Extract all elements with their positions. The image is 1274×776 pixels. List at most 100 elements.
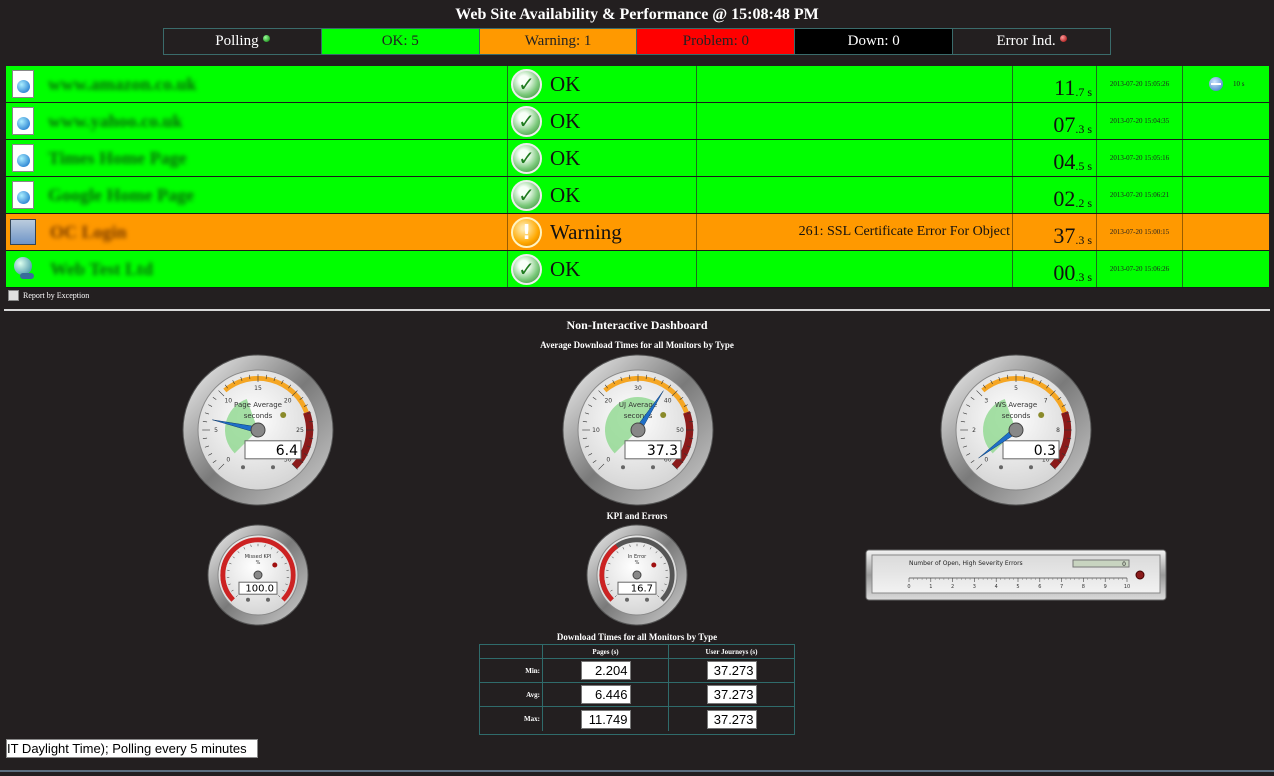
time-fraction: .3 s <box>1075 122 1092 136</box>
status-text: OK <box>550 71 581 96</box>
time-seconds: 07 <box>1053 112 1076 137</box>
status-text: OK <box>550 256 581 281</box>
gauge-led-icon <box>272 562 278 568</box>
monitor-name-cell: Google Home Page <box>6 177 508 213</box>
table-row: Avg: 6.446 37.273 <box>480 683 794 707</box>
monitor-name[interactable]: Times Home Page <box>48 148 187 169</box>
monitor-row[interactable]: OC Login ! Warning 261: SSL Certificate E… <box>6 214 1269 251</box>
open-errors-linear-gauge: Number of Open, High Severity Errors 0 0… <box>865 549 1167 601</box>
svg-text:30: 30 <box>634 385 642 392</box>
polling-indicator[interactable]: Polling <box>164 29 322 54</box>
bottom-border <box>0 770 1274 772</box>
problem-count[interactable]: Problem: 0 <box>637 29 796 54</box>
description-cell <box>697 103 1013 139</box>
status-cell: ! Warning <box>508 214 697 250</box>
svg-text:25: 25 <box>296 427 304 434</box>
polling-led-icon <box>262 35 270 42</box>
description-cell <box>697 66 1013 102</box>
uj-value: 37.273 <box>706 661 757 680</box>
gauge-hub <box>253 570 263 580</box>
web-service-icon <box>12 255 36 283</box>
ws-average-gauge: 02357810WS Averageseconds0.3 <box>940 354 1092 506</box>
extra-cell <box>1183 251 1269 287</box>
response-time: 00.3 s <box>1013 251 1097 287</box>
col-pages-header: Pages (s) <box>543 645 669 658</box>
missed-kpi-gauge: Missed KPI%100.0 <box>207 524 309 626</box>
timestamp: 2013-07-20 15:00:15 <box>1097 214 1183 250</box>
row-label: Min: <box>480 659 543 682</box>
timestamp: 2013-07-20 15:05:26 <box>1097 66 1183 102</box>
gauge-led-icon <box>651 562 657 568</box>
page-globe-icon <box>12 144 34 172</box>
monitor-name[interactable]: Google Home Page <box>48 185 194 206</box>
time-fraction: .2 s <box>1075 196 1092 210</box>
linear-tick-label: 1 <box>929 584 932 590</box>
gauge-led-icon <box>280 412 287 418</box>
svg-text:2: 2 <box>972 427 976 434</box>
ok-count[interactable]: OK: 5 <box>321 29 480 54</box>
monitor-name[interactable]: www.yahoo.co.uk <box>48 111 183 132</box>
monitor-row[interactable]: www.yahoo.co.uk ✓ OK 07.3 s 2013-07-20 15… <box>6 103 1269 140</box>
pages-value: 11.749 <box>580 709 631 729</box>
gauge-label: Page Average <box>234 401 282 409</box>
time-fraction: .3 s <box>1075 233 1092 247</box>
down-count[interactable]: Down: 0 <box>795 29 954 54</box>
application-icon <box>10 219 36 245</box>
svg-text:5: 5 <box>214 427 218 434</box>
in-error-gauge: In Error%16.7 <box>586 524 688 626</box>
monitor-name-cell: OC Login <box>6 214 508 250</box>
pages-cell: 2.204 <box>543 659 669 682</box>
gauge-value: 0.3 <box>1034 443 1056 459</box>
check-icon: ✓ <box>511 142 542 174</box>
warning-icon: ! <box>511 216 542 248</box>
gauge-value: 37.3 <box>647 443 678 459</box>
kpi-errors-title: KPI and Errors <box>606 511 668 521</box>
monitor-name[interactable]: www.amazon.co.uk <box>48 74 197 95</box>
uj-value: 37.273 <box>706 685 757 704</box>
report-by-exception-checkbox[interactable] <box>8 290 19 301</box>
monitor-row[interactable]: Web Test Ltd ✓ OK 00.3 s 2013-07-20 15:06… <box>6 251 1269 288</box>
linear-tick-label: 5 <box>1016 584 1019 590</box>
download-times-title: Download Times for all Monitors by Type <box>556 632 718 642</box>
monitor-row[interactable]: Google Home Page ✓ OK 02.2 s 2013-07-20 1… <box>6 177 1269 214</box>
monitor-name[interactable]: OC Login <box>50 222 127 243</box>
description-cell <box>697 177 1013 213</box>
table-corner <box>480 645 543 658</box>
check-icon: ✓ <box>511 105 542 137</box>
error-indicator[interactable]: Error Ind. <box>953 29 1110 54</box>
interval-text: 10 s <box>1233 80 1245 88</box>
svg-text:5: 5 <box>1014 385 1018 392</box>
section-divider <box>4 309 1270 311</box>
svg-text:0: 0 <box>984 457 988 464</box>
check-icon: ✓ <box>511 68 542 100</box>
monitor-name[interactable]: Web Test Ltd <box>50 259 153 280</box>
status-text: OK <box>550 145 581 170</box>
uj-cell: 37.273 <box>669 659 794 682</box>
svg-text:7: 7 <box>1044 397 1048 404</box>
gauge-value: 6.4 <box>276 443 298 459</box>
status-cell: ✓ OK <box>508 103 697 139</box>
time-fraction: .5 s <box>1075 159 1092 173</box>
report-by-exception[interactable]: Report by Exception <box>8 290 89 301</box>
monitor-row[interactable]: Times Home Page ✓ OK 04.5 s 2013-07-20 15… <box>6 140 1269 177</box>
collapse-minus-icon[interactable] <box>1209 77 1223 91</box>
svg-text:0: 0 <box>226 457 230 464</box>
page-title: Web Site Availability & Performance @ 15… <box>455 6 819 23</box>
response-time: 07.3 s <box>1013 103 1097 139</box>
download-times-table: Pages (s) User Journeys (s) Min: 2.204 3… <box>479 644 795 735</box>
svg-text:15: 15 <box>254 385 262 392</box>
warning-count[interactable]: Warning: 1 <box>479 29 638 54</box>
linear-gauge-label: Number of Open, High Severity Errors <box>909 560 1023 567</box>
pages-value: 6.446 <box>580 685 631 704</box>
monitor-row[interactable]: www.amazon.co.uk ✓ OK 11.7 s 2013-07-20 1… <box>6 66 1269 103</box>
row-label: Avg: <box>480 683 543 706</box>
timezone-status-field[interactable]: IT Daylight Time); Polling every 5 minut… <box>6 739 258 758</box>
error-ind-label: Error Ind. <box>996 33 1056 49</box>
status-text: OK <box>550 108 581 133</box>
gauge-value: 16.7 <box>631 584 653 595</box>
gauge-label: WS Average <box>995 401 1037 409</box>
col-uj-header: User Journeys (s) <box>705 647 758 656</box>
svg-text:10: 10 <box>592 427 600 434</box>
status-cell: ✓ OK <box>508 177 697 213</box>
dashboard-title: Non-Interactive Dashboard <box>566 318 708 332</box>
